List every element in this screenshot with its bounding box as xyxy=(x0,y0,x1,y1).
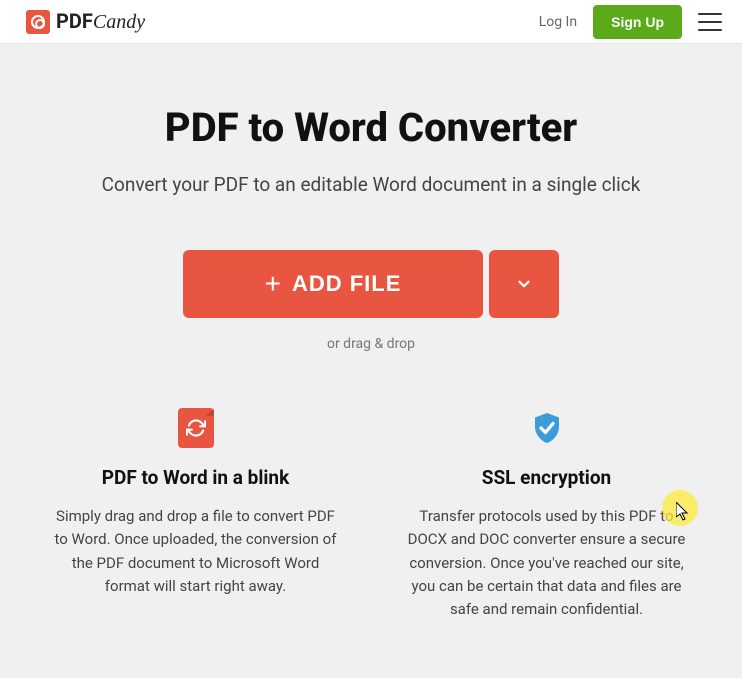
plus-icon: + xyxy=(265,270,282,298)
feature-title: SSL encryption xyxy=(401,466,692,489)
feature-security: SSL encryption Transfer protocols used b… xyxy=(401,408,692,621)
header-actions: Log In Sign Up xyxy=(539,5,722,39)
add-file-button[interactable]: + ADD FILE xyxy=(183,250,483,318)
feature-speed: PDF to Word in a blink Simply drag and d… xyxy=(50,408,341,621)
header: PDFCandy Log In Sign Up xyxy=(0,0,742,44)
add-file-dropdown-button[interactable] xyxy=(489,250,559,318)
add-file-label: ADD FILE xyxy=(292,271,401,297)
menu-icon[interactable] xyxy=(698,13,722,31)
page-title: PDF to Word Converter xyxy=(20,104,722,151)
signup-button[interactable]: Sign Up xyxy=(593,5,682,39)
login-link[interactable]: Log In xyxy=(539,14,577,30)
feature-description: Simply drag and drop a file to convert P… xyxy=(50,505,341,598)
chevron-down-icon xyxy=(515,275,533,293)
drag-drop-text: or drag & drop xyxy=(20,336,722,352)
feature-description: Transfer protocols used by this PDF to D… xyxy=(401,505,692,621)
refresh-icon xyxy=(178,408,214,448)
logo-text: PDFCandy xyxy=(56,9,145,34)
shield-icon xyxy=(529,408,565,448)
main-content: PDF to Word Converter Convert your PDF t… xyxy=(0,44,742,621)
logo[interactable]: PDFCandy xyxy=(26,9,145,34)
features-row: PDF to Word in a blink Simply drag and d… xyxy=(20,408,722,621)
feature-title: PDF to Word in a blink xyxy=(50,466,341,489)
page-subtitle: Convert your PDF to an editable Word doc… xyxy=(20,173,722,196)
upload-button-group: + ADD FILE xyxy=(20,250,722,318)
logo-icon xyxy=(26,10,50,34)
